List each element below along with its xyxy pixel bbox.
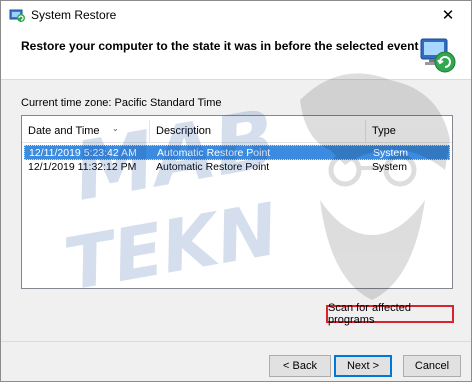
column-header-date[interactable]: Date and Time ⌄ xyxy=(22,120,150,142)
close-icon: ✕ xyxy=(441,7,455,24)
row-date: 12/1/2019 11:32:12 PM xyxy=(28,161,137,173)
list-header: Date and Time ⌄ Description Type xyxy=(22,120,452,143)
row-type: System xyxy=(373,147,409,159)
row-type: System xyxy=(372,161,408,173)
next-button[interactable]: Next > xyxy=(334,355,392,377)
cancel-button-label: Cancel xyxy=(414,360,450,372)
scan-button-label: Scan for affected programs xyxy=(328,302,411,326)
column-header-label: Type xyxy=(372,125,396,137)
window-title: System Restore xyxy=(31,8,117,22)
wizard-header: Restore your computer to the state it wa… xyxy=(1,29,471,80)
footer-divider xyxy=(1,341,471,342)
restore-points-list[interactable]: Date and Time ⌄ Description Type 12/11/2… xyxy=(21,115,453,289)
sort-caret-icon: ⌄ xyxy=(112,124,119,133)
column-header-type[interactable]: Type xyxy=(366,120,452,142)
column-header-label: Description xyxy=(156,125,212,137)
row-description: Automatic Restore Point xyxy=(156,161,270,173)
column-header-label: Date and Time xyxy=(28,125,100,137)
header-instruction: Restore your computer to the state it wa… xyxy=(21,39,419,53)
row-description: Automatic Restore Point xyxy=(157,147,271,159)
column-header-description[interactable]: Description xyxy=(150,120,366,142)
system-restore-app-icon xyxy=(9,9,25,22)
system-restore-window: System Restore ✕ Restore your computer t… xyxy=(0,0,472,382)
title-bar: System Restore ✕ xyxy=(1,1,471,29)
close-button[interactable]: ✕ xyxy=(425,1,471,29)
cancel-button[interactable]: Cancel xyxy=(403,355,461,377)
scan-affected-programs-button[interactable]: Scan for affected programs xyxy=(326,302,454,326)
table-row[interactable]: 12/11/2019 5:23:42 AM Automatic Restore … xyxy=(24,145,450,160)
row-date: 12/11/2019 5:23:42 AM xyxy=(29,147,137,159)
back-button[interactable]: < Back xyxy=(269,355,331,377)
timezone-label: Current time zone: Pacific Standard Time xyxy=(21,97,222,109)
table-row[interactable]: 12/1/2019 11:32:12 PM Automatic Restore … xyxy=(24,160,450,175)
system-restore-icon xyxy=(420,38,456,73)
back-button-label: < Back xyxy=(283,360,317,372)
next-button-label: Next > xyxy=(346,360,380,372)
